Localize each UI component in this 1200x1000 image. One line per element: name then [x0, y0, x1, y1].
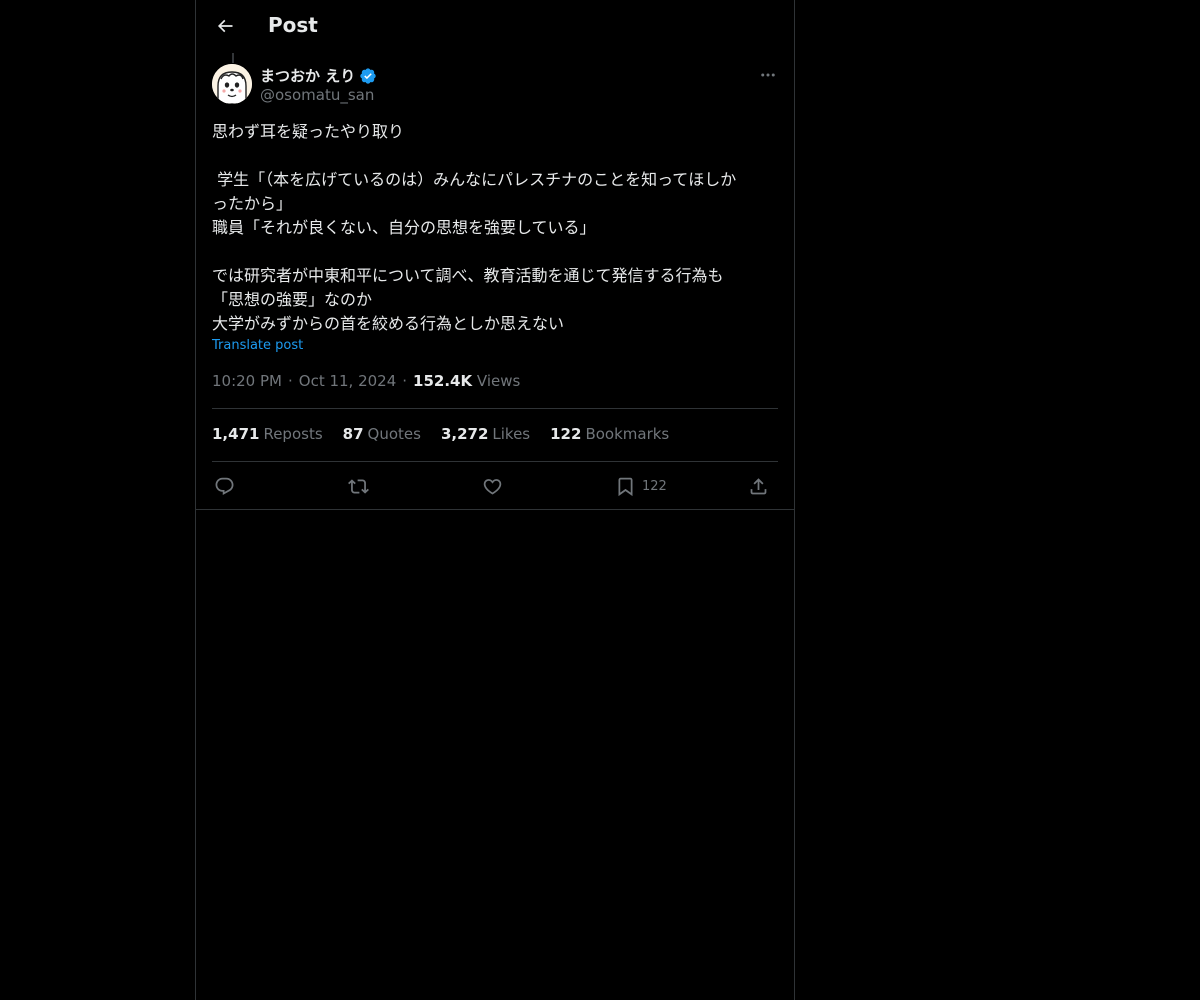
bookmark-count: 122: [642, 478, 667, 494]
reposts-count: 1,471: [212, 425, 260, 443]
views-count: 152.4K: [413, 372, 473, 390]
tweet-date[interactable]: Oct 11, 2024: [299, 372, 397, 390]
more-dots-icon: [761, 73, 775, 77]
reposts-label: Reposts: [263, 425, 323, 443]
tweet-time[interactable]: 10:20 PM: [212, 372, 282, 390]
author-display-name[interactable]: まつおか えり: [260, 65, 355, 86]
tweet-line: では研究者が中東和平について調べ、教育活動を通じて発信する行為も: [212, 266, 724, 285]
main-column: Post まつおか えり @osomatu_san 思わず耳を疑ったやり取り 学…: [195, 0, 795, 1000]
quotes-stat[interactable]: 87 Quotes: [343, 425, 421, 443]
tweet-meta: 10:20 PM · Oct 11, 2024 · 152.4K Views: [212, 372, 520, 390]
repost-icon: [348, 478, 369, 494]
reply-icon: [215, 477, 234, 495]
bookmarks-stat[interactable]: 122 Bookmarks: [550, 425, 669, 443]
back-button[interactable]: [208, 9, 242, 43]
more-options-button[interactable]: [754, 64, 782, 86]
likes-count: 3,272: [440, 425, 489, 443]
views-stat[interactable]: 152.4K Views: [413, 372, 520, 390]
quotes-count: 87: [342, 425, 364, 443]
tweet-line: 職員「それが良くない、自分の思想を強要している」: [212, 218, 596, 237]
like-icon: [483, 478, 502, 495]
tweet-line: [212, 144, 778, 168]
reply-button[interactable]: [214, 470, 235, 502]
reposts-stat[interactable]: 1,471 Reposts: [212, 425, 323, 443]
quotes-label: Quotes: [367, 425, 421, 443]
divider: [212, 408, 778, 409]
back-arrow-icon: [217, 19, 233, 33]
likes-label: Likes: [492, 425, 531, 443]
bookmarks-label: Bookmarks: [585, 425, 670, 443]
divider: [212, 461, 778, 462]
tweet-line: 思わず耳を疑ったやり取り: [212, 122, 405, 141]
page-title: Post: [268, 13, 318, 37]
views-label: Views: [476, 372, 521, 390]
thread-line: [232, 53, 234, 63]
share-icon: [750, 477, 767, 494]
page-header: Post: [196, 0, 794, 53]
action-bar: 122: [212, 470, 778, 502]
meta-separator: ·: [287, 372, 293, 390]
avatar[interactable]: [212, 64, 252, 104]
bookmark-button[interactable]: 122: [615, 470, 667, 502]
tweet-line: 「思想の強要」なのか: [212, 290, 373, 309]
repost-button[interactable]: [348, 470, 369, 502]
engagement-stats: 1,471 Reposts 87 Quotes 3,272 Likes 122 Book…: [212, 425, 669, 443]
like-button[interactable]: [482, 470, 503, 502]
tweet-text: 思わず耳を疑ったやり取り 学生「（本を広げているのは）みんなにパレスチナのことを…: [212, 120, 778, 336]
translate-post-link[interactable]: Translate post: [212, 338, 303, 353]
tweet-line: ったから」: [212, 194, 293, 213]
author-handle[interactable]: @osomatu_san: [260, 86, 374, 104]
bookmark-icon: [618, 477, 633, 496]
tweet-line: 大学がみずからの首を絞める行為としか思えない: [212, 314, 565, 333]
bookmarks-count: 122: [550, 425, 582, 443]
tweet-bottom-border: [196, 509, 794, 510]
share-button[interactable]: [748, 470, 769, 502]
tweet-line: [212, 240, 778, 264]
likes-stat[interactable]: 3,272 Likes: [441, 425, 530, 443]
avatar-illustration-icon: [212, 64, 252, 104]
meta-separator: ·: [402, 372, 408, 390]
tweet-line: 学生「（本を広げているのは）みんなにパレスチナのことを知ってほしか: [212, 170, 737, 189]
author-name-row[interactable]: まつおか えり: [260, 65, 377, 86]
verified-badge-icon[interactable]: [359, 67, 377, 85]
